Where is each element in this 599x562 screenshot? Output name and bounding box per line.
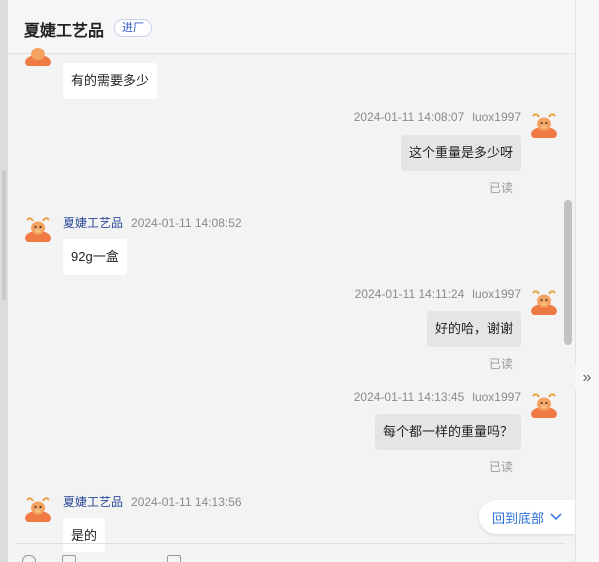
- cow-avatar-icon: [531, 393, 557, 418]
- message-meta: 2024-01-11 14:08:07 luox1997: [354, 110, 521, 124]
- emoji-icon[interactable]: [22, 555, 36, 562]
- right-background-strip: [575, 0, 599, 562]
- read-status: 已读: [488, 460, 513, 474]
- cow-avatar-icon: [25, 217, 51, 242]
- input-divider: [16, 543, 565, 544]
- message-sender[interactable]: 夏婕工艺品: [63, 216, 123, 230]
- message-time: 2024-01-11 14:13:45: [353, 390, 465, 404]
- cow-avatar-icon: [531, 113, 557, 138]
- read-status: 已读: [488, 357, 513, 371]
- message-sender: luox1997: [472, 110, 521, 124]
- message-time: 2024-01-11 14:08:52: [131, 216, 242, 230]
- double-chevron-right-icon[interactable]: »: [575, 366, 599, 390]
- message-meta: 2024-01-11 14:13:45 luox1997: [354, 390, 521, 404]
- message-bubble-outgoing[interactable]: 好的哈，谢谢: [426, 311, 521, 347]
- chat-scrollbar[interactable]: [564, 200, 572, 345]
- message-bubble-incoming[interactable]: 有的需要多少: [63, 63, 158, 99]
- message-sender: luox1997: [472, 390, 521, 404]
- message-bubble-incoming[interactable]: 是的: [63, 518, 106, 552]
- back-to-bottom-button[interactable]: 回到底部: [479, 500, 575, 534]
- left-background-strip: [0, 0, 8, 562]
- background-scroll-slit: [2, 170, 6, 300]
- cow-avatar-icon: [25, 497, 51, 522]
- chevron-down-icon: [550, 513, 562, 521]
- cow-avatar-icon: [25, 48, 51, 66]
- read-status: 已读: [488, 181, 513, 195]
- message-meta: 夏婕工艺品 2024-01-11 14:08:52: [63, 214, 242, 231]
- file-icon[interactable]: [167, 555, 181, 562]
- shop-name[interactable]: 夏婕工艺品: [24, 17, 104, 41]
- chat-panel: 夏婕工艺品 进厂 有的需要多少 2024-01-11 14:08:07 luox1…: [8, 0, 575, 562]
- image-icon[interactable]: [62, 555, 76, 562]
- message-sender: luox1997: [472, 287, 521, 301]
- message-time: 2024-01-11 14:13:56: [131, 495, 242, 509]
- back-to-bottom-label: 回到底部: [491, 510, 544, 526]
- cow-avatar-icon: [531, 290, 557, 315]
- input-toolbar: [22, 555, 222, 562]
- message-time: 2024-01-11 14:11:24: [354, 287, 465, 301]
- message-bubble-outgoing[interactable]: 每个都一样的重量吗？: [374, 414, 521, 450]
- message-time: 2024-01-11 14:08:07: [353, 110, 465, 124]
- message-meta: 2024-01-11 14:11:24 luox1997: [355, 287, 521, 301]
- chat-header: 夏婕工艺品 进厂: [8, 0, 575, 54]
- message-bubble-outgoing[interactable]: 这个重量是多少呀: [400, 135, 521, 171]
- shop-badge: 进厂: [114, 19, 152, 37]
- message-meta: 夏婕工艺品 2024-01-11 14:13:56: [63, 493, 242, 510]
- message-sender[interactable]: 夏婕工艺品: [63, 495, 123, 509]
- message-bubble-incoming[interactable]: 92g一盒: [63, 239, 127, 275]
